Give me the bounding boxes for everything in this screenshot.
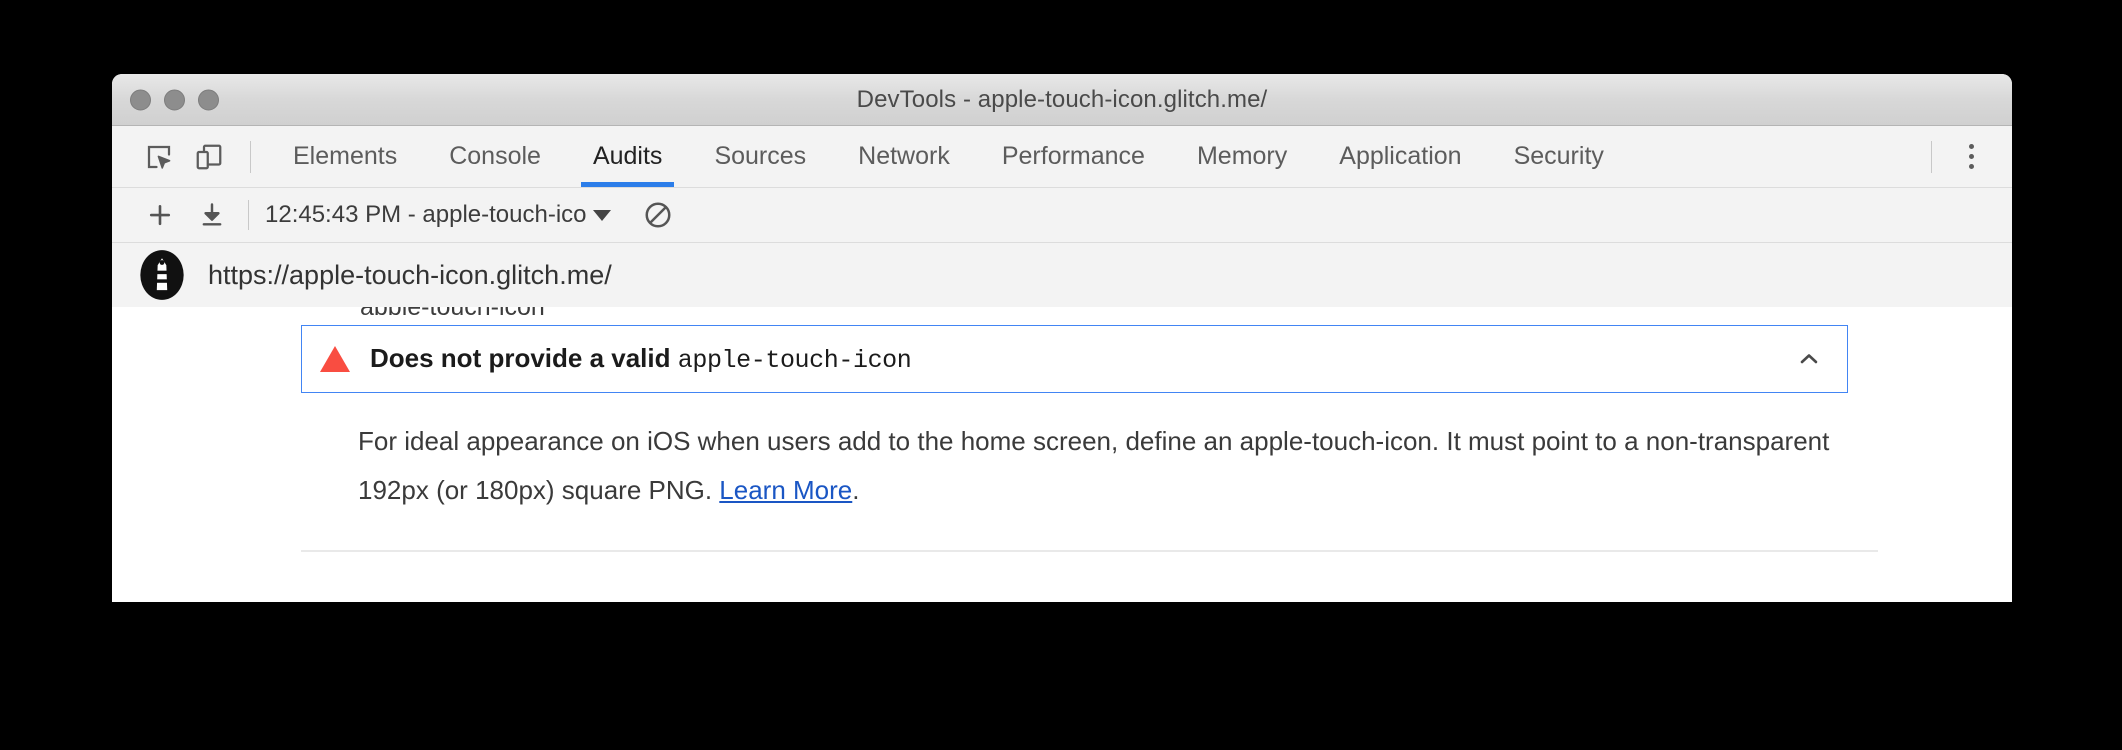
- clear-all-icon[interactable]: [635, 192, 681, 238]
- window-maximize-button[interactable]: [198, 89, 219, 110]
- tab-network[interactable]: Network: [832, 126, 976, 187]
- tab-label: Elements: [293, 142, 398, 170]
- audit-run-selector[interactable]: 12:45:43 PM - apple-touch-ico: [265, 201, 611, 229]
- tab-sources[interactable]: Sources: [688, 126, 832, 187]
- plus-icon[interactable]: [134, 193, 186, 237]
- devtools-window: DevTools - apple-touch-icon.glitch.me/ E…: [112, 74, 2012, 602]
- tab-security[interactable]: Security: [1488, 126, 1630, 187]
- audit-description: For ideal appearance on iOS when users a…: [358, 417, 1838, 515]
- kebab-dot: [1968, 164, 1974, 169]
- window-close-button[interactable]: [130, 89, 151, 110]
- window-title: DevTools - apple-touch-icon.glitch.me/: [856, 85, 1268, 113]
- audit-description-period: .: [852, 475, 860, 505]
- audits-toolbar-divider: [248, 200, 249, 230]
- audit-section-divider: [301, 550, 1878, 552]
- kebab-dot: [1968, 144, 1974, 149]
- tab-application[interactable]: Application: [1313, 126, 1487, 187]
- tab-label: Network: [858, 142, 950, 170]
- audit-result-title-text: Does not provide a valid: [370, 343, 678, 373]
- tab-performance[interactable]: Performance: [976, 126, 1171, 187]
- tab-memory[interactable]: Memory: [1171, 126, 1313, 187]
- audit-description-text: For ideal appearance on iOS when users a…: [358, 426, 1830, 505]
- tabbar-right-divider: [1931, 140, 1932, 173]
- tab-label: Memory: [1196, 142, 1288, 170]
- download-icon[interactable]: [186, 193, 238, 237]
- inspect-element-icon[interactable]: [134, 134, 184, 180]
- audit-result-title-code: apple-touch-icon: [677, 346, 912, 375]
- tab-label: Console: [449, 142, 541, 170]
- device-toolbar-icon[interactable]: [184, 134, 234, 180]
- tab-audits[interactable]: Audits: [567, 126, 688, 187]
- audit-result-card[interactable]: Does not provide a valid apple-touch-ico…: [301, 325, 1848, 393]
- clipped-scrolled-text-label: apple-touch-icon: [360, 307, 2012, 315]
- window-titlebar: DevTools - apple-touch-icon.glitch.me/: [112, 74, 2012, 126]
- kebab-menu-icon[interactable]: [1948, 134, 1994, 180]
- devtools-tabbar: Elements Console Audits Sources Network …: [112, 126, 2012, 188]
- tab-list: Elements Console Audits Sources Network …: [267, 126, 1630, 187]
- traffic-light-group: [130, 89, 219, 110]
- audit-result-title: Does not provide a valid apple-touch-ico…: [370, 343, 912, 375]
- tab-label: Audits: [592, 142, 663, 170]
- lighthouse-logo-icon: [140, 250, 184, 300]
- audited-url-row: https://apple-touch-icon.glitch.me/: [112, 243, 2012, 307]
- tab-label: Security: [1513, 142, 1604, 170]
- learn-more-link[interactable]: Learn More: [719, 475, 852, 505]
- chevron-up-icon[interactable]: [1797, 347, 1821, 371]
- tab-label: Performance: [1001, 142, 1145, 170]
- audit-report-body: apple-touch-icon Does not provide a vali…: [112, 307, 2012, 602]
- tab-console[interactable]: Console: [423, 126, 567, 187]
- toolbar-divider: [250, 140, 251, 173]
- audit-run-selector-value: 12:45:43 PM - apple-touch-ico: [265, 201, 587, 228]
- clipped-scrolled-text: apple-touch-icon: [112, 307, 2012, 315]
- tabbar-right-group: [1915, 134, 2012, 180]
- audited-url-text: https://apple-touch-icon.glitch.me/: [208, 259, 612, 290]
- window-minimize-button[interactable]: [164, 89, 185, 110]
- warning-triangle-icon: [320, 346, 350, 372]
- tab-label: Application: [1339, 142, 1462, 170]
- chevron-down-icon[interactable]: [592, 209, 611, 221]
- screenshot-root: DevTools - apple-touch-icon.glitch.me/ E…: [0, 0, 2122, 750]
- tab-elements[interactable]: Elements: [267, 126, 423, 187]
- audits-toolbar: 12:45:43 PM - apple-touch-ico: [112, 188, 2012, 243]
- tab-label: Sources: [714, 142, 807, 170]
- kebab-dot: [1968, 154, 1974, 159]
